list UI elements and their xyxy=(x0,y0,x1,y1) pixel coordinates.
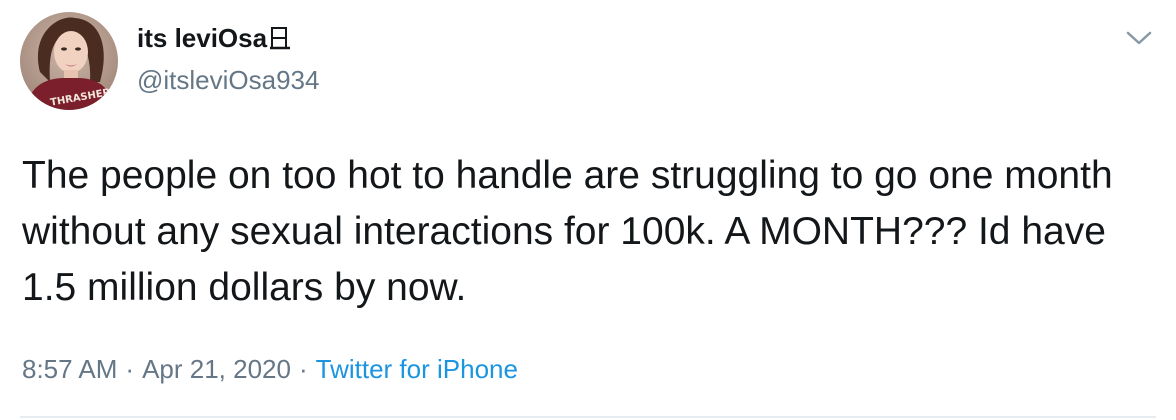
tweet-date[interactable]: Apr 21, 2020 xyxy=(142,354,291,384)
tweet-text: The people on too hot to handle are stru… xyxy=(22,154,1113,309)
tweet-source-link[interactable]: Twitter for iPhone xyxy=(316,354,518,384)
display-name[interactable]: its leviOsa xyxy=(137,22,291,54)
tweet-card: THRASHER its leviOsa @itsleviOsa934 The … xyxy=(0,0,1176,420)
tweet-time[interactable]: 8:57 AM xyxy=(22,354,117,384)
user-handle[interactable]: @itsleviOsa934 xyxy=(137,64,319,96)
display-name-text: its leviOsa xyxy=(137,23,268,53)
meta-separator: · xyxy=(125,354,135,384)
tofu-glyph-icon xyxy=(270,25,291,50)
meta-separator-2: · xyxy=(298,354,308,384)
tweet-meta: 8:57 AM · Apr 21, 2020 · Twitter for iPhone xyxy=(22,353,518,385)
avatar[interactable]: THRASHER xyxy=(20,12,118,110)
divider xyxy=(20,416,1156,418)
chevron-down-icon[interactable] xyxy=(1126,30,1152,46)
